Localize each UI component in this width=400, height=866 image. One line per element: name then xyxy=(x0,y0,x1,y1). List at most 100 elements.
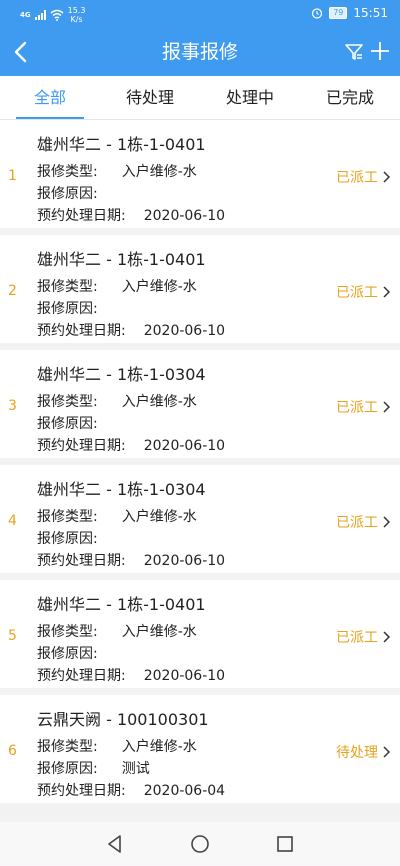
chevron-right-icon xyxy=(383,401,390,413)
appointment-date-row: 预约处理日期: 2020-06-10 xyxy=(37,205,225,225)
appointment-date-label: 预约处理日期: xyxy=(37,668,126,684)
tab-processing[interactable]: 处理中 xyxy=(200,76,300,120)
item-index: 4 xyxy=(8,513,17,529)
chevron-right-icon xyxy=(383,286,390,298)
list-item[interactable]: 2 雄州华二 - 1栋-1-0401 报修类型: 入户维修-水 报修原因: 预约处… xyxy=(0,235,400,343)
repair-type-label: 报修类型: xyxy=(37,394,98,410)
data-speed-value: 15.3 xyxy=(67,6,86,15)
status-text: 已派工 xyxy=(336,515,378,531)
list-item[interactable]: 3 雄州华二 - 1栋-1-0304 报修类型: 入户维修-水 报修原因: 预约处… xyxy=(0,350,400,458)
tab-completed[interactable]: 已完成 xyxy=(300,76,400,120)
item-title: 雄州华二 - 1栋-1-0401 xyxy=(37,595,206,614)
repair-reason-label: 报修原因: xyxy=(37,416,98,432)
repair-reason-row: 报修原因: xyxy=(37,528,122,548)
list-item[interactable]: 6 云鼎天阙 - 100100301 报修类型: 入户维修-水 报修原因: 测试 预… xyxy=(0,695,400,803)
repair-type-row: 报修类型: 入户维修-水 xyxy=(37,276,197,296)
repair-type-label: 报修类型: xyxy=(37,624,98,640)
item-status[interactable]: 已派工 xyxy=(336,512,390,532)
item-status[interactable]: 已派工 xyxy=(336,282,390,302)
repair-reason-label: 报修原因: xyxy=(37,186,98,202)
repair-reason-row: 报修原因: xyxy=(37,183,122,203)
status-left: 4G 15.3 K/s xyxy=(20,6,85,24)
status-text: 已派工 xyxy=(336,170,378,186)
repair-reason-row: 报修原因: xyxy=(37,413,122,433)
item-index: 1 xyxy=(8,168,17,184)
repair-type-label: 报修类型: xyxy=(37,279,98,295)
appointment-date-value: 2020-06-04 xyxy=(143,783,226,799)
list-item[interactable]: 5 雄州华二 - 1栋-1-0401 报修类型: 入户维修-水 报修原因: 预约处… xyxy=(0,580,400,688)
chevron-right-icon xyxy=(383,171,390,183)
repair-type-row: 报修类型: 入户维修-水 xyxy=(37,161,197,181)
status-text: 待处理 xyxy=(336,745,378,761)
data-speed: 15.3 K/s xyxy=(68,6,86,24)
signal-strength-icon xyxy=(34,10,46,20)
repair-type-label: 报修类型: xyxy=(37,509,98,525)
appointment-date-value: 2020-06-10 xyxy=(143,438,226,454)
item-status[interactable]: 已派工 xyxy=(336,627,390,647)
repair-reason-label: 报修原因: xyxy=(37,761,98,777)
list-item[interactable]: 4 雄州华二 - 1栋-1-0304 报修类型: 入户维修-水 报修原因: 预约处… xyxy=(0,465,400,573)
appointment-date-label: 预约处理日期: xyxy=(37,323,126,339)
data-speed-unit: K/s xyxy=(70,15,83,24)
status-text: 已派工 xyxy=(336,400,378,416)
clock: 15:51 xyxy=(353,6,388,20)
repair-reason-label: 报修原因: xyxy=(37,301,98,317)
appointment-date-label: 预约处理日期: xyxy=(37,208,126,224)
plus-icon[interactable] xyxy=(370,41,390,61)
appointment-date-row: 预约处理日期: 2020-06-10 xyxy=(37,435,225,455)
repair-type-label: 报修类型: xyxy=(37,739,98,755)
page-title: 报事报修 xyxy=(161,41,238,63)
filter-icon[interactable] xyxy=(344,42,364,62)
appointment-date-value: 2020-06-10 xyxy=(143,208,226,224)
square-recent-icon[interactable] xyxy=(275,834,295,854)
triangle-back-icon[interactable] xyxy=(105,834,125,854)
item-title: 云鼎天阙 - 100100301 xyxy=(37,710,209,729)
system-navigation-bar xyxy=(0,822,400,866)
wifi-icon xyxy=(50,9,64,21)
appointment-date-value: 2020-06-10 xyxy=(143,323,226,339)
appointment-date-label: 预约处理日期: xyxy=(37,783,126,799)
tab-all[interactable]: 全部 xyxy=(0,76,100,120)
repair-type-row: 报修类型: 入户维修-水 xyxy=(37,506,197,526)
repair-reason-label: 报修原因: xyxy=(37,646,98,662)
repair-type-label: 报修类型: xyxy=(37,164,98,180)
repair-reason-value: 测试 xyxy=(121,761,150,777)
nav-bar: 报事报修 xyxy=(0,28,400,76)
tab-pending[interactable]: 待处理 xyxy=(100,76,200,120)
tab-active-indicator xyxy=(16,117,84,119)
item-status[interactable]: 待处理 xyxy=(336,742,390,762)
chevron-right-icon xyxy=(383,631,390,643)
item-status[interactable]: 已派工 xyxy=(336,167,390,187)
appointment-date-value: 2020-06-10 xyxy=(143,668,226,684)
repair-type-value: 入户维修-水 xyxy=(121,394,197,410)
item-index: 5 xyxy=(8,628,17,644)
repair-reason-row: 报修原因: xyxy=(37,643,122,663)
list-item[interactable]: 1 雄州华二 - 1栋-1-0401 报修类型: 入户维修-水 报修原因: 预约处… xyxy=(0,120,400,228)
appointment-date-row: 预约处理日期: 2020-06-10 xyxy=(37,665,225,685)
repair-reason-label: 报修原因: xyxy=(37,531,98,547)
alarm-icon xyxy=(312,8,323,19)
repair-type-row: 报修类型: 入户维修-水 xyxy=(37,391,197,411)
appointment-date-value: 2020-06-10 xyxy=(143,553,226,569)
item-title: 雄州华二 - 1栋-1-0401 xyxy=(37,250,206,269)
repair-type-value: 入户维修-水 xyxy=(121,624,197,640)
status-text: 已派工 xyxy=(336,285,378,301)
appointment-date-label: 预约处理日期: xyxy=(37,438,126,454)
item-index: 6 xyxy=(8,743,17,759)
appointment-date-row: 预约处理日期: 2020-06-10 xyxy=(37,550,225,570)
battery-icon: 79 xyxy=(329,7,348,19)
chevron-right-icon xyxy=(383,746,390,758)
status-right: 79 15:51 xyxy=(311,6,388,20)
item-status[interactable]: 已派工 xyxy=(336,397,390,417)
repair-type-value: 入户维修-水 xyxy=(121,279,197,295)
item-title: 雄州华二 - 1栋-1-0304 xyxy=(37,480,206,499)
repair-type-value: 入户维修-水 xyxy=(121,739,197,755)
status-text: 已派工 xyxy=(336,630,378,646)
circle-home-icon[interactable] xyxy=(190,834,210,854)
appointment-date-row: 预约处理日期: 2020-06-10 xyxy=(37,320,225,340)
chevron-right-icon xyxy=(383,516,390,528)
item-title: 雄州华二 - 1栋-1-0401 xyxy=(37,135,206,154)
repair-type-value: 入户维修-水 xyxy=(121,509,197,525)
item-index: 3 xyxy=(8,398,17,414)
item-index: 2 xyxy=(8,283,17,299)
